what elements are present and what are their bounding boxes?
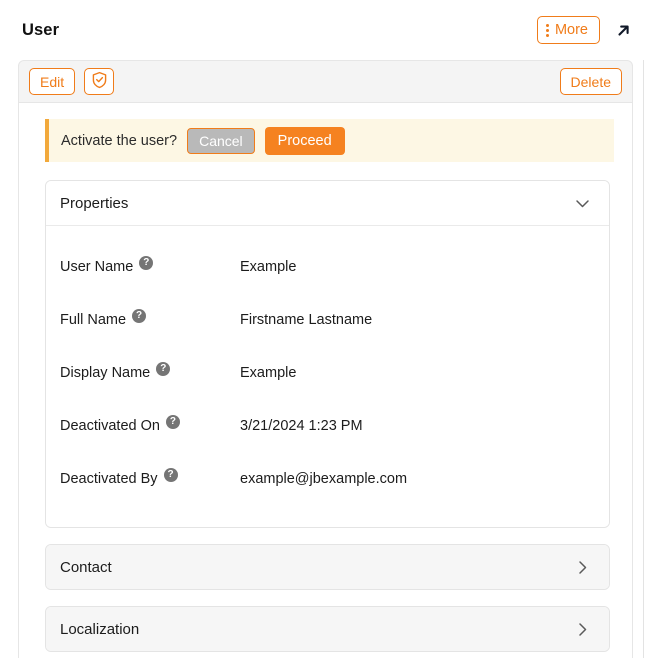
accordion-list: Properties User Name ? Example [45, 180, 610, 658]
property-row: Full Name ? Firstname Lastname [46, 293, 609, 346]
activate-button[interactable] [84, 68, 114, 95]
section-localization-header[interactable]: Localization [46, 607, 609, 651]
property-label: User Name ? [60, 259, 240, 275]
section-properties-header[interactable]: Properties [46, 181, 609, 225]
property-label-text: Full Name [60, 312, 126, 328]
more-button[interactable]: More [537, 16, 600, 44]
header-actions: More [537, 16, 634, 44]
more-button-label: More [555, 22, 588, 38]
property-label-text: User Name [60, 259, 133, 275]
section-contact-header[interactable]: Contact [46, 545, 609, 589]
property-value: 3/21/2024 1:23 PM [240, 418, 363, 434]
chevron-down-icon[interactable] [571, 192, 593, 214]
action-toolbar: Edit Delete [18, 60, 633, 103]
property-value: Example [240, 259, 296, 275]
chevron-right-icon[interactable] [571, 618, 593, 640]
chevron-right-icon[interactable] [571, 556, 593, 578]
delete-button[interactable]: Delete [560, 68, 622, 95]
property-value: example@jbexample.com [240, 471, 407, 487]
section-contact-title: Contact [60, 559, 112, 576]
property-label-text: Display Name [60, 365, 150, 381]
page-header: User More [0, 0, 644, 60]
property-label: Full Name ? [60, 312, 240, 328]
banner-proceed-button[interactable]: Proceed [265, 127, 345, 155]
shield-check-icon [91, 71, 108, 92]
property-label-text: Deactivated By [60, 471, 158, 487]
property-row: Deactivated By ? example@jbexample.com [46, 452, 609, 505]
section-properties: Properties User Name ? Example [45, 180, 610, 528]
page-title: User [22, 21, 59, 40]
help-circle-icon[interactable]: ? [156, 362, 170, 376]
property-label: Deactivated By ? [60, 471, 240, 487]
content-panel: Activate the user? Cancel Proceed Proper… [18, 103, 633, 658]
help-circle-icon[interactable]: ? [132, 309, 146, 323]
window-right-border [643, 0, 644, 658]
section-properties-body: User Name ? Example Full Name ? Firstnam… [46, 225, 609, 527]
property-row: Deactivated On ? 3/21/2024 1:23 PM [46, 399, 609, 452]
user-detail-page: User More Edit [0, 0, 658, 658]
open-in-new-arrow-icon[interactable] [612, 18, 634, 42]
section-localization: Localization [45, 606, 610, 652]
section-properties-title: Properties [60, 195, 128, 212]
activate-confirmation-banner: Activate the user? Cancel Proceed [45, 119, 614, 162]
help-circle-icon[interactable]: ? [139, 256, 153, 270]
property-row: Display Name ? Example [46, 346, 609, 399]
section-localization-title: Localization [60, 621, 139, 638]
property-value: Firstname Lastname [240, 312, 372, 328]
help-circle-icon[interactable]: ? [164, 468, 178, 482]
section-contact: Contact [45, 544, 610, 590]
property-value: Example [240, 365, 296, 381]
banner-message: Activate the user? [61, 133, 177, 149]
edit-button[interactable]: Edit [29, 68, 75, 95]
property-label: Deactivated On ? [60, 418, 240, 434]
help-circle-icon[interactable]: ? [166, 415, 180, 429]
property-label: Display Name ? [60, 365, 240, 381]
property-label-text: Deactivated On [60, 418, 160, 434]
property-row: User Name ? Example [46, 240, 609, 293]
banner-cancel-button[interactable]: Cancel [187, 128, 255, 154]
kebab-menu-icon [546, 23, 549, 37]
